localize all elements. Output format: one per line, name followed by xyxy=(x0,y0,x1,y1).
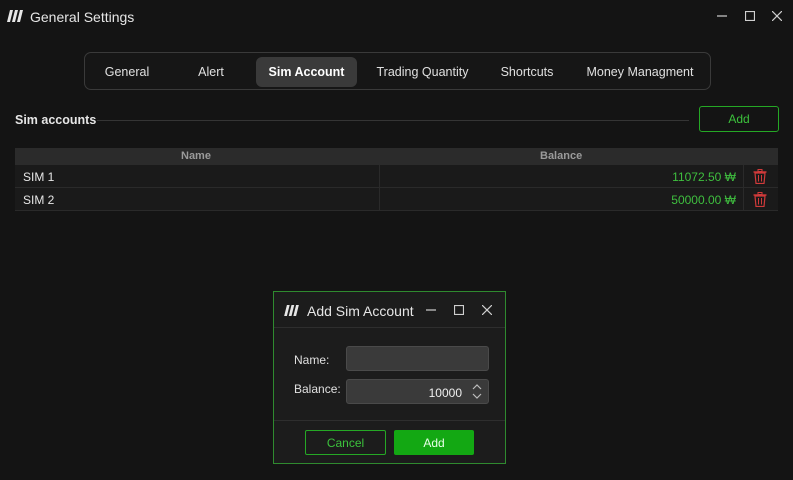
window-title: General Settings xyxy=(30,9,135,25)
settings-tabs: General Alert Sim Account Trading Quanti… xyxy=(84,52,711,90)
table-header: Name Balance xyxy=(15,148,778,165)
app-logo-icon xyxy=(7,10,23,22)
account-balance: 11072.50 ₩ xyxy=(672,170,736,184)
name-label: Name: xyxy=(294,353,330,367)
name-field[interactable] xyxy=(346,346,489,371)
maximize-icon[interactable] xyxy=(742,8,758,24)
trash-icon[interactable] xyxy=(753,192,767,207)
add-button[interactable]: Add xyxy=(394,430,474,455)
dialog-title: Add Sim Account xyxy=(307,303,414,319)
balance-stepper[interactable]: 10000 xyxy=(346,379,489,404)
tab-trading-quantity[interactable]: Trading Quantity xyxy=(365,57,480,87)
column-header-balance: Balance xyxy=(540,150,583,162)
balance-value: 10000 xyxy=(428,386,462,400)
title-bar: General Settings xyxy=(0,0,793,33)
close-icon[interactable] xyxy=(769,8,785,24)
column-divider xyxy=(379,188,380,210)
column-header-name: Name xyxy=(181,150,211,162)
maximize-icon[interactable] xyxy=(451,302,467,318)
minimize-icon[interactable] xyxy=(423,302,439,318)
spinner-arrows-icon[interactable] xyxy=(472,383,482,400)
trash-icon[interactable] xyxy=(753,169,767,184)
close-icon[interactable] xyxy=(479,302,495,318)
balance-label: Balance: xyxy=(294,382,341,396)
section-divider xyxy=(97,120,689,121)
column-divider xyxy=(379,165,380,187)
cancel-button[interactable]: Cancel xyxy=(305,430,386,455)
tab-general[interactable]: General xyxy=(89,57,165,87)
column-divider xyxy=(743,165,744,187)
dialog-title-bar: Add Sim Account xyxy=(274,292,505,328)
column-divider xyxy=(743,188,744,210)
add-sim-account-dialog: Add Sim Account Name: Balance: 10000 Can… xyxy=(273,291,506,464)
app-logo-icon xyxy=(284,305,299,316)
section-title: Sim accounts xyxy=(15,113,97,127)
sim-accounts-table: Name Balance SIM 1 11072.50 ₩ SIM 2 5000… xyxy=(15,148,778,211)
tab-shortcuts[interactable]: Shortcuts xyxy=(487,57,567,87)
add-sim-account-button[interactable]: Add xyxy=(699,106,779,132)
table-row[interactable]: SIM 1 11072.50 ₩ xyxy=(15,165,778,188)
tab-alert[interactable]: Alert xyxy=(173,57,249,87)
dialog-footer-divider xyxy=(274,420,505,421)
account-name: SIM 1 xyxy=(23,170,55,184)
table-row[interactable]: SIM 2 50000.00 ₩ xyxy=(15,188,778,211)
account-name: SIM 2 xyxy=(23,193,55,207)
minimize-icon[interactable] xyxy=(714,8,730,24)
tab-sim-account[interactable]: Sim Account xyxy=(256,57,357,87)
account-balance: 50000.00 ₩ xyxy=(671,193,736,207)
tab-money-managment[interactable]: Money Managment xyxy=(577,57,703,87)
